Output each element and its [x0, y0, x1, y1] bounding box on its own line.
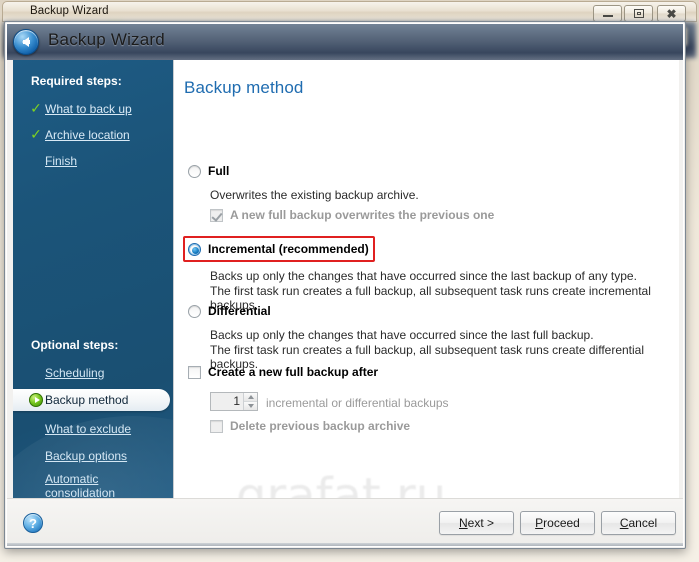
sidebar-item-label: Archive location	[45, 128, 130, 142]
sidebar-item-finish[interactable]: Finish	[13, 150, 173, 172]
sidebar-item-label: What to back up	[45, 102, 132, 116]
sidebar-item-backup-method[interactable]: Backup method	[13, 389, 170, 411]
differential-description-line1: Backs up only the changes that have occu…	[210, 328, 594, 342]
sidebar-item-scheduling[interactable]: Scheduling	[13, 362, 173, 384]
checkbox-create-new-full[interactable]: Create a new full backup after	[188, 365, 378, 379]
content-panel: grafat.ru Backup method Full Overwrites …	[173, 60, 679, 536]
checkbox-full-overwrites-icon[interactable]	[210, 208, 223, 222]
page-title: Backup method	[184, 78, 304, 97]
cancel-suffix: ancel	[628, 516, 658, 530]
radio-incremental-icon[interactable]	[188, 242, 201, 256]
radio-incremental-label: Incremental (recommended)	[208, 242, 369, 256]
spinner-value[interactable]: 1	[211, 393, 243, 410]
minimize-icon	[602, 15, 613, 17]
next-accel-key: N	[458, 516, 468, 530]
dialog-bottom-edge	[7, 543, 683, 546]
checkbox-full-overwrites-label: A new full backup overwrites the previou…	[230, 208, 495, 222]
cancel-button-label: Cancel	[620, 516, 657, 530]
screen: Backup Wizard ✖ Backup Wizard Required s…	[0, 0, 699, 562]
dialog-title: Backup Wizard	[48, 30, 165, 49]
next-button-label: Next >	[459, 516, 494, 530]
chevron-up-icon	[247, 395, 254, 399]
check-icon: ✓	[30, 127, 42, 143]
maximize-button[interactable]	[624, 5, 653, 22]
checkbox-delete-previous-archive-icon[interactable]	[210, 419, 223, 433]
back-arrow-icon	[21, 37, 30, 47]
incremental-description-line1: Backs up only the changes that have occu…	[210, 269, 637, 283]
radio-option-incremental[interactable]: Incremental (recommended)	[188, 242, 369, 256]
sidebar-item-label: What to exclude	[45, 422, 132, 436]
sidebar-item-what-to-back-up[interactable]: ✓ What to back up	[13, 98, 173, 120]
parent-window-title: Backup Wizard	[30, 5, 109, 17]
maximize-icon	[633, 9, 644, 18]
radio-full-icon[interactable]	[188, 164, 201, 178]
incremental-description-line2: The first task run creates a full backup…	[210, 284, 651, 312]
next-suffix: ext >	[467, 516, 495, 530]
help-question-icon: ?	[29, 515, 37, 531]
current-step-marker	[27, 393, 45, 407]
minimize-button[interactable]	[593, 5, 622, 22]
required-steps-title: Required steps:	[31, 74, 122, 88]
sidebar-item-label: Automatic consolidation	[45, 472, 116, 500]
radio-differential-label: Differential	[208, 304, 271, 318]
proceed-button[interactable]: Proceed	[520, 511, 595, 535]
proceed-suffix: roceed	[543, 516, 580, 530]
checkbox-delete-previous-archive[interactable]: Delete previous backup archive	[210, 419, 410, 433]
dialog-header: Backup Wizard	[7, 24, 683, 60]
sidebar-item-archive-location[interactable]: ✓ Archive location	[13, 124, 173, 146]
sidebar-item-what-to-exclude[interactable]: What to exclude	[13, 418, 173, 440]
next-button[interactable]: Next >	[439, 511, 514, 535]
parent-titlebar: Backup Wizard ✖	[2, 1, 697, 22]
radio-option-full[interactable]: Full	[188, 164, 229, 178]
spinner-backup-count[interactable]: 1	[210, 392, 258, 411]
sidebar-item-label: Scheduling	[45, 366, 105, 380]
radio-option-differential[interactable]: Differential	[188, 304, 271, 318]
dialog-inner-frame: Backup Wizard Required steps: ✓ What to …	[6, 23, 684, 547]
dialog-footer: ? Next > Proceed Cancel	[7, 498, 683, 546]
checkbox-full-overwrites[interactable]: A new full backup overwrites the previou…	[210, 208, 494, 222]
spinner-up-button[interactable]	[244, 393, 257, 402]
spinner-suffix-label: incremental or differential backups	[266, 396, 449, 410]
spinner-buttons	[243, 393, 257, 410]
check-icon: ✓	[30, 101, 42, 117]
proceed-button-label: Proceed	[535, 516, 580, 530]
radio-full-label: Full	[208, 164, 230, 178]
proceed-accel-key: P	[535, 516, 544, 530]
sidebar-item-label: Backup method	[45, 393, 129, 407]
radio-differential-icon[interactable]	[188, 304, 201, 318]
full-description: Overwrites the existing backup archive.	[210, 188, 419, 202]
checkbox-create-new-full-icon[interactable]	[188, 365, 201, 379]
cancel-button[interactable]: Cancel	[601, 511, 676, 535]
backup-wizard-dialog: Backup Wizard Required steps: ✓ What to …	[4, 21, 686, 549]
sidebar: Required steps: ✓ What to back up ✓ Arch…	[13, 60, 173, 536]
checkbox-delete-previous-archive-label: Delete previous backup archive	[230, 419, 411, 433]
close-button[interactable]: ✖	[657, 5, 686, 22]
spinner-down-button[interactable]	[244, 402, 257, 410]
optional-steps-title: Optional steps:	[31, 338, 119, 352]
sidebar-item-label: Finish	[45, 154, 78, 168]
sidebar-item-backup-options[interactable]: Backup options	[13, 445, 173, 467]
sidebar-item-label: Backup options	[45, 449, 128, 463]
checkbox-create-new-full-label: Create a new full backup after	[208, 365, 379, 379]
close-icon: ✖	[666, 6, 677, 21]
chevron-down-icon	[247, 404, 254, 408]
back-button[interactable]	[13, 29, 39, 55]
help-button[interactable]: ?	[23, 513, 43, 533]
green-arrow-icon	[29, 393, 43, 407]
